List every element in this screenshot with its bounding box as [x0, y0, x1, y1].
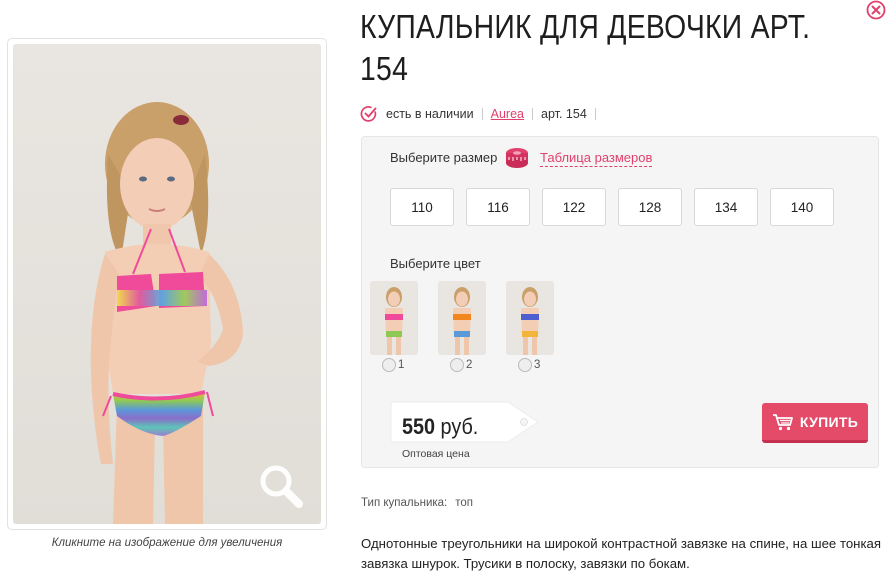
product-meta: есть в наличии Aurea арт. 154	[360, 104, 604, 124]
price-currency: руб.	[440, 414, 479, 439]
size-option[interactable]: 134	[694, 188, 758, 226]
price-note: Оптовая цена	[402, 448, 470, 460]
color-option: 1	[370, 281, 418, 372]
color-option-label: 1	[398, 359, 405, 371]
check-circle-icon	[360, 106, 377, 122]
divider	[532, 108, 533, 120]
price: 550 руб.	[402, 414, 478, 440]
options-panel: Выберите размер Таблица размеров 110 116…	[361, 136, 879, 468]
spec-type: Тип купальника: топ	[361, 497, 473, 509]
product-photo-frame	[7, 38, 327, 530]
photo-caption: Кликните на изображение для увеличения	[51, 537, 283, 549]
color-radio[interactable]	[382, 358, 396, 372]
color-options: 1 2 3	[370, 281, 554, 372]
color-swatch-image[interactable]	[438, 281, 486, 355]
color-option: 3	[506, 281, 554, 372]
size-table-label: Таблица размеров	[540, 149, 653, 167]
color-swatch-image[interactable]	[506, 281, 554, 355]
brand-link[interactable]: Aurea	[491, 107, 524, 121]
product-description: Однотонные треугольники на широкой контр…	[361, 536, 881, 571]
size-table-link[interactable]: Таблица размеров	[504, 145, 653, 171]
spec-type-label: Тип купальника:	[361, 497, 448, 509]
color-option: 2	[438, 281, 486, 372]
close-icon[interactable]	[866, 0, 886, 20]
color-option-label: 3	[534, 359, 541, 371]
availability-status: есть в наличии	[386, 107, 474, 121]
size-option[interactable]: 128	[618, 188, 682, 226]
divider	[594, 108, 596, 120]
buy-button-label: КУПИТЬ	[799, 413, 859, 430]
size-option[interactable]: 122	[542, 188, 606, 226]
price-amount: 550	[402, 414, 436, 439]
size-option[interactable]: 110	[390, 188, 454, 226]
color-option-label: 2	[466, 359, 473, 371]
article-number: арт. 154	[541, 107, 587, 121]
color-radio[interactable]	[450, 358, 464, 372]
product-photo[interactable]	[13, 44, 321, 524]
color-label: Выберите цвет	[390, 256, 481, 271]
spec-type-value: топ	[455, 497, 474, 509]
measuring-tape-icon	[506, 148, 528, 168]
color-swatch-image[interactable]	[370, 281, 418, 355]
cart-icon	[772, 413, 793, 430]
size-option[interactable]: 116	[466, 188, 530, 226]
page-title: КУПАЛЬНИК ДЛЯ ДЕВОЧКИ АРТ. 154	[360, 8, 811, 87]
size-option[interactable]: 140	[770, 188, 834, 226]
size-options: 110 116 122 128 134 140	[390, 188, 834, 226]
buy-button[interactable]: КУПИТЬ	[762, 403, 868, 443]
zoom-icon[interactable]	[256, 461, 306, 511]
color-radio[interactable]	[518, 358, 532, 372]
size-label: Выберите размер	[390, 150, 498, 165]
divider	[481, 108, 483, 120]
